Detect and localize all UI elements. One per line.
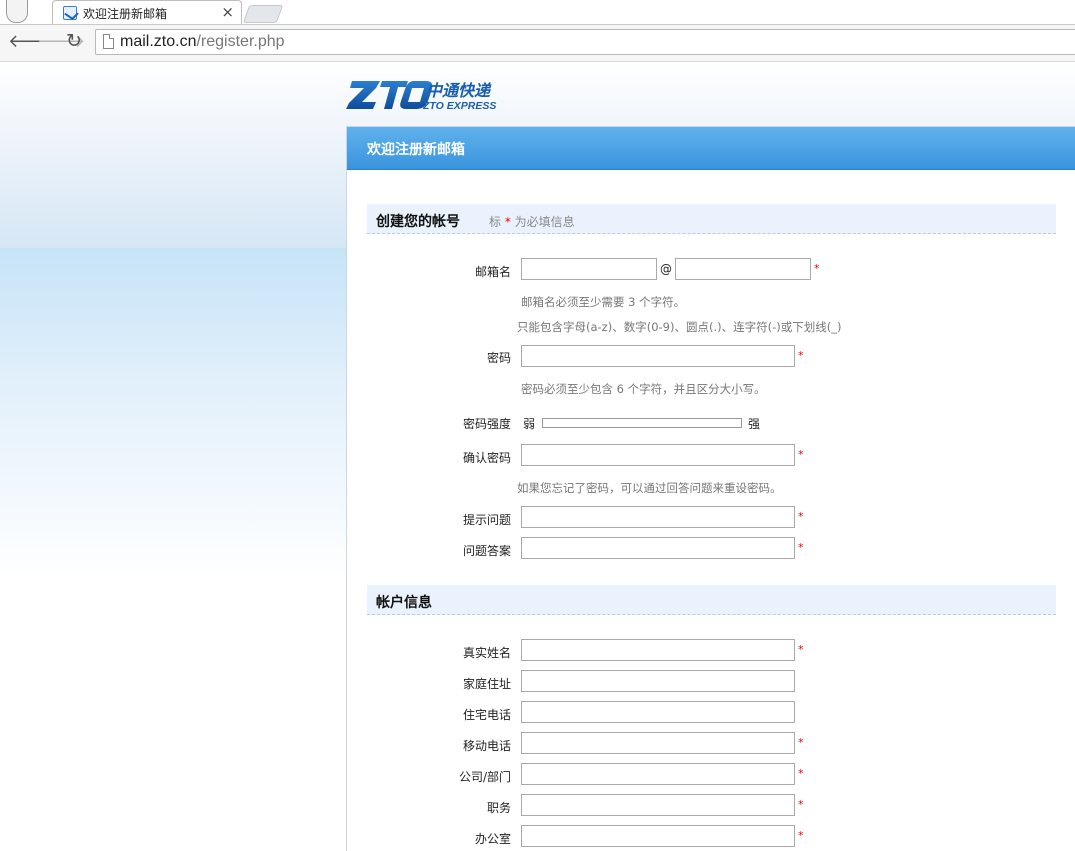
realname-label: 真实姓名 [462, 646, 511, 660]
mobile-input[interactable] [521, 732, 795, 754]
side-background [0, 248, 346, 578]
required-note: 标 * 为必填信息 [489, 215, 575, 229]
realname-input[interactable] [521, 639, 795, 661]
profile-icon[interactable] [6, 0, 28, 23]
page-viewport: 中通快递 ZTO EXPRESS 欢迎注册新邮箱 创建您的帐号 标 * 为必填信… [0, 62, 1075, 851]
register-panel: 欢迎注册新邮箱 创建您的帐号 标 * 为必填信息 邮箱名 @ * 邮箱名必须至少… [346, 126, 1075, 851]
confirm-password-label: 确认密码 [462, 451, 511, 465]
required-mark: * [798, 767, 804, 780]
zto-logo: 中通快递 ZTO EXPRESS [346, 81, 496, 112]
required-mark: * [798, 643, 804, 656]
confirm-hint: 如果您忘记了密码，可以通过回答问题来重设密码。 [517, 481, 782, 495]
required-mark: * [798, 829, 804, 842]
company-input[interactable] [521, 763, 795, 785]
strength-label: 密码强度 [462, 417, 511, 431]
required-mark: * [798, 448, 804, 461]
mailbox-domain-input[interactable] [675, 258, 811, 280]
office-input[interactable] [521, 825, 795, 847]
required-mark: * [798, 798, 804, 811]
homephone-input[interactable] [521, 701, 795, 723]
question-label: 提示问题 [462, 513, 511, 527]
browser-toolbar: 🡐 🡒 ↻ mail.zto.cn/register.php [0, 25, 1075, 62]
strength-weak: 弱 [523, 417, 536, 431]
question-input[interactable] [521, 506, 795, 528]
password-hint: 密码必须至少包含 6 个字符，并且区分大小写。 [521, 382, 766, 396]
mailbox-label: 邮箱名 [474, 265, 511, 279]
browser-tab[interactable]: 欢迎注册新邮箱 × [52, 0, 242, 24]
favicon-icon [63, 6, 77, 20]
required-mark: * [798, 349, 804, 362]
page-icon [103, 34, 114, 49]
password-label: 密码 [486, 351, 511, 365]
office-label: 办公室 [474, 832, 511, 846]
reload-icon[interactable]: ↻ [66, 30, 82, 52]
password-input[interactable] [521, 345, 795, 367]
section-profile: 帐户信息 [367, 585, 1056, 615]
confirm-password-input[interactable] [521, 444, 795, 466]
required-mark: * [798, 736, 804, 749]
answer-input[interactable] [521, 537, 795, 559]
mobile-label: 移动电话 [462, 739, 511, 753]
close-tab-icon[interactable]: × [221, 3, 234, 21]
address-input[interactable] [521, 670, 795, 692]
mailbox-name-input[interactable] [521, 258, 657, 280]
required-mark: * [798, 541, 804, 554]
url-text[interactable]: mail.zto.cn/register.php [120, 33, 285, 51]
logo-chinese: 中通快递 [426, 81, 492, 100]
tab-title: 欢迎注册新邮箱 [83, 7, 168, 21]
homephone-label: 住宅电话 [462, 708, 511, 722]
required-mark: * [814, 262, 820, 275]
position-label: 职务 [486, 801, 511, 815]
logo-english: ZTO EXPRESS [422, 100, 496, 112]
section-account-title: 创建您的帐号 [376, 214, 460, 230]
at-sign: @ [660, 262, 672, 276]
panel-header: 欢迎注册新邮箱 [347, 127, 1075, 170]
company-label: 公司/部门 [458, 770, 511, 784]
position-input[interactable] [521, 794, 795, 816]
address-bar[interactable]: mail.zto.cn/register.php [95, 29, 1075, 55]
tab-strip: 欢迎注册新邮箱 × [0, 0, 1075, 25]
address-label: 家庭住址 [462, 677, 511, 691]
required-mark: * [798, 510, 804, 523]
panel-title: 欢迎注册新邮箱 [367, 142, 465, 158]
new-tab-button[interactable] [242, 5, 284, 23]
strength-strong: 强 [748, 417, 761, 431]
mailbox-hint-length: 邮箱名必须至少需要 3 个字符。 [521, 295, 686, 309]
password-strength-bar [542, 418, 742, 428]
section-account: 创建您的帐号 标 * 为必填信息 [367, 204, 1056, 234]
answer-label: 问题答案 [462, 544, 511, 558]
section-profile-title: 帐户信息 [376, 595, 432, 611]
mailbox-hint-chars: 只能包含字母(a-z)、数字(0-9)、圆点(.)、连字符(-)或下划线(_) [517, 320, 842, 334]
